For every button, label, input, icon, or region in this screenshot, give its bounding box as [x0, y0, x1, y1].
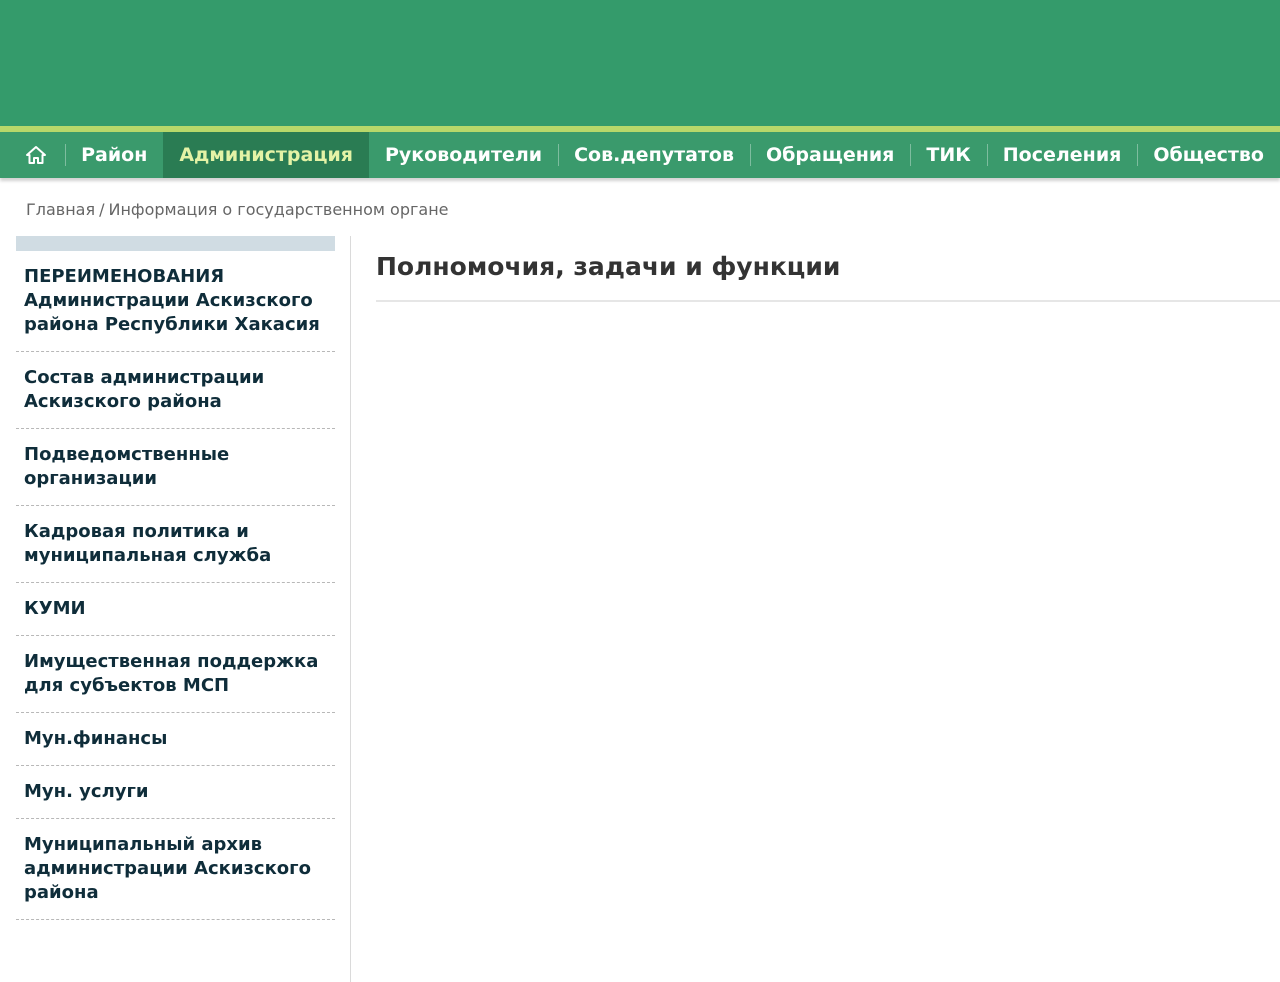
- home-icon: [25, 146, 46, 164]
- breadcrumb-home-link[interactable]: Главная: [26, 200, 95, 219]
- nav-item-rayon[interactable]: Район: [65, 132, 163, 178]
- title-underline: [376, 300, 1280, 302]
- nav-item-administration[interactable]: Администрация: [163, 132, 369, 178]
- sidebar-menu: ПЕРЕИМЕНОВАНИЯ Администрации Аскизского …: [16, 236, 335, 920]
- sidebar-header-bar: [16, 236, 335, 251]
- breadcrumb: Главная / Информация о государственном орг…: [26, 200, 449, 219]
- sidebar-item-administration-staff[interactable]: Состав администрации Аскизского района: [16, 352, 335, 429]
- nav-home-link[interactable]: [0, 132, 65, 178]
- sidebar-item-kumi[interactable]: КУМИ: [16, 583, 335, 636]
- sidebar-item-personnel-policy[interactable]: Кадровая политика и муниципальная служба: [16, 506, 335, 583]
- sidebar-item-municipal-archive[interactable]: Муниципальный архив администрации Аскизс…: [16, 819, 335, 920]
- sidebar-item-municipal-finance[interactable]: Мун.финансы: [16, 713, 335, 766]
- sidebar-item-property-support[interactable]: Имущественная поддержка для субъектов МС…: [16, 636, 335, 713]
- nav-item-appeals[interactable]: Обращения: [750, 132, 910, 178]
- sidebar-item-subordinate-organizations[interactable]: Подведомственные организации: [16, 429, 335, 506]
- main-navigation: Район Администрация Руководители Сов.деп…: [0, 132, 1280, 178]
- nav-item-tik[interactable]: ТИК: [910, 132, 986, 178]
- site-header-banner: [0, 0, 1280, 126]
- nav-item-leaders[interactable]: Руководители: [369, 132, 558, 178]
- sidebar-item-municipal-services[interactable]: Мун. услуги: [16, 766, 335, 819]
- nav-item-settlements[interactable]: Поселения: [986, 132, 1138, 178]
- breadcrumb-current: Информация о государственном органе: [108, 200, 449, 219]
- page-title: Полномочия, задачи и функции: [376, 252, 841, 281]
- sidebar-item-renaming[interactable]: ПЕРЕИМЕНОВАНИЯ Администрации Аскизского …: [16, 251, 335, 352]
- breadcrumb-separator: /: [99, 200, 105, 219]
- column-divider: [350, 236, 351, 982]
- nav-item-council-deputies[interactable]: Сов.депутатов: [558, 132, 750, 178]
- nav-item-society[interactable]: Общество: [1137, 132, 1280, 178]
